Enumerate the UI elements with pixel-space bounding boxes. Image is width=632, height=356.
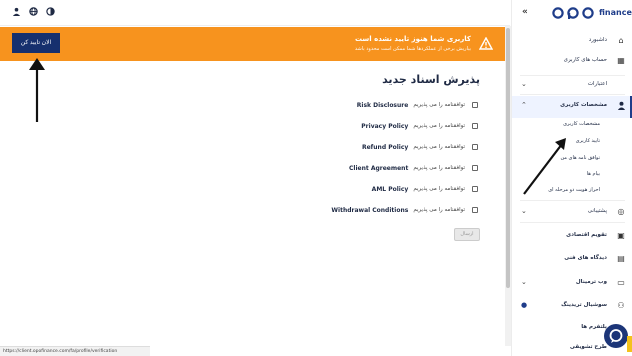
sidebar-item-label: سوشیال تریدینگ — [561, 302, 607, 308]
chevron-down-icon: ⌄ — [521, 278, 527, 286]
sidebar-item-label: طرح تشویقی — [569, 344, 607, 350]
contrast-icon[interactable] — [45, 7, 55, 17]
sidebar-item-label: اعتبارات — [587, 81, 607, 87]
user-icon[interactable] — [11, 7, 21, 17]
document-row: توافقنامه را می پذیریم Privacy Policy — [278, 120, 478, 132]
sidebar-item-label: دیدگاه های فنی — [564, 255, 607, 261]
agree-checkbox[interactable] — [472, 123, 478, 129]
submit-button[interactable]: ارسال — [454, 228, 480, 241]
verify-now-button[interactable]: الان تایید کن — [12, 33, 60, 53]
sidebar-subitem-label: بیام ها — [586, 171, 600, 177]
accept-text: توافقنامه را می پذیریم — [413, 207, 465, 213]
accept-text: توافقنامه را می پذیریم — [413, 123, 465, 129]
terminal-icon: ▭ — [617, 278, 625, 287]
sidebar-item-accounts[interactable]: ▦ حساب های کاربری — [512, 55, 632, 69]
chevron-down-icon: ⌄ — [521, 80, 527, 88]
main-content: پذیرش اسناد جدید توافقنامه را می پذیریم … — [0, 61, 505, 346]
document-link[interactable]: AML Policy — [372, 186, 409, 193]
sidebar-subitem-label: تایید کاربری — [575, 138, 600, 144]
incentive-badge — [627, 336, 632, 352]
document-row: توافقنامه را می پذیریم AML Policy — [278, 183, 478, 195]
banner-title: کاربری شما هنوز تایید نشده است — [354, 35, 471, 43]
document-link[interactable]: Client Agreement — [349, 165, 408, 172]
sidebar-item-economic-calendar[interactable]: ▣ تقویم اقتصادی — [512, 230, 632, 244]
sidebar-item-technical-views[interactable]: ▤ دیدگاه های فنی — [512, 253, 632, 267]
accept-text: توافقنامه را می پذیریم — [413, 186, 465, 192]
support-icon: ◎ — [617, 207, 625, 216]
sidebar-divider — [520, 200, 625, 201]
sidebar-divider — [520, 75, 625, 76]
accept-text: توافقنامه را می پذیریم — [413, 144, 465, 150]
scrollbar-thumb[interactable] — [506, 28, 510, 288]
sidebar-item-dashboard[interactable]: ⌂ داشبورد — [512, 35, 632, 49]
document-row: توافقنامه را می پذیریم Risk Disclosure — [278, 99, 478, 111]
sidebar-item-web-terminal[interactable]: ⌄ ▭ وب ترمینال — [512, 277, 632, 291]
document-link[interactable]: Privacy Policy — [361, 123, 408, 130]
grid-icon: ▦ — [617, 56, 625, 65]
calendar-icon: ▣ — [617, 231, 625, 240]
sidebar-item-label: داشبورد — [588, 37, 607, 43]
verification-warning-banner: الان تایید کن کاربری شما هنوز تایید نشده… — [0, 27, 505, 61]
warning-icon — [479, 37, 493, 50]
annotation-arrow-up — [29, 58, 45, 122]
sidebar-divider — [520, 94, 625, 95]
info-dot-icon: ● — [521, 301, 528, 309]
collapse-sidebar-button[interactable]: « — [522, 7, 528, 17]
sidebar-item-label: تقویم اقتصادی — [566, 232, 607, 238]
annotation-arrow-diagonal — [523, 138, 566, 195]
sidebar-item-label: حساب های کاربری — [563, 57, 607, 63]
document-row: توافقنامه را می پذیریم Refund Policy — [278, 141, 478, 153]
agree-checkbox[interactable] — [472, 165, 478, 171]
sidebar-item-credits[interactable]: ⌄ اعتبارات — [512, 79, 632, 93]
agree-checkbox[interactable] — [472, 186, 478, 192]
opo-logo-icon — [552, 7, 594, 19]
document-row: توافقنامه را می پذیریم Withdrawal Condit… — [278, 204, 478, 216]
logo[interactable]: finance — [552, 6, 632, 20]
chat-button[interactable] — [604, 324, 628, 348]
accept-text: توافقنامه را می پذیریم — [413, 165, 465, 171]
page-title: پذیرش اسناد جدید — [382, 73, 480, 86]
sidebar-divider — [520, 222, 625, 223]
chevron-down-icon: ⌄ — [521, 207, 527, 215]
agree-checkbox[interactable] — [472, 144, 478, 150]
sidebar-item-label: پشتیبانی — [587, 208, 607, 214]
agree-checkbox[interactable] — [472, 207, 478, 213]
sidebar-item-profile[interactable]: ⌃ مشخصات کاربری — [512, 100, 632, 114]
chat-icon — [609, 329, 623, 343]
chart-icon: ▤ — [617, 254, 625, 263]
social-icon: ⚇ — [617, 301, 625, 310]
sidebar-item-support[interactable]: ⌄ ◎ پشتیبانی — [512, 206, 632, 220]
sidebar-item-label: وب ترمینال — [575, 279, 607, 285]
agree-checkbox[interactable] — [472, 102, 478, 108]
document-link[interactable]: Refund Policy — [362, 144, 408, 151]
document-link[interactable]: Risk Disclosure — [357, 102, 409, 109]
top-bar — [0, 0, 510, 26]
sidebar-item-label: مشخصات کاربری — [560, 102, 607, 108]
accept-text: توافقنامه را می پذیریم — [413, 102, 465, 108]
document-row: توافقنامه را می پذیریم Client Agreement — [278, 162, 478, 174]
globe-icon[interactable] — [28, 7, 38, 17]
home-icon: ⌂ — [618, 36, 624, 45]
user-icon — [616, 101, 626, 111]
sidebar-item-social-trading[interactable]: ● ⚇ سوشیال تریدینگ — [512, 300, 632, 314]
sidebar-subitem-label: مشخصات کاربری — [563, 121, 600, 127]
document-link[interactable]: Withdrawal Conditions — [331, 207, 408, 214]
sidebar-subitem-profile[interactable]: مشخصات کاربری — [512, 119, 632, 131]
chevron-up-icon: ⌃ — [521, 101, 527, 109]
status-bar-url: https://client.opofinance.com/fa/profile… — [0, 346, 150, 356]
banner-subtitle: بیاریش برخی از عملکردها شما ممکن است محد… — [354, 46, 471, 52]
logo-text: finance — [599, 8, 632, 17]
